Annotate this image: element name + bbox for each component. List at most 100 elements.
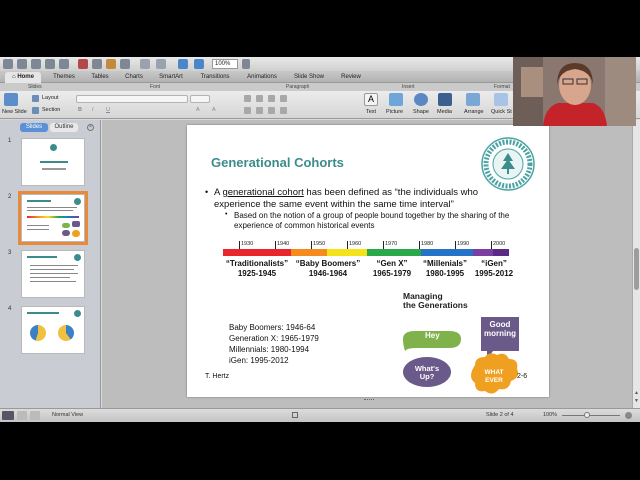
fit-icon[interactable]	[292, 412, 298, 418]
scroll-up-icon[interactable]: ▲	[634, 390, 639, 396]
quick-styles-icon[interactable]	[494, 93, 508, 106]
tab-animations[interactable]: Animations	[243, 72, 281, 83]
tab-themes[interactable]: Themes	[48, 72, 80, 83]
timeline-segment	[421, 249, 473, 256]
tab-home[interactable]: ⌂ Home	[5, 72, 41, 83]
numbering-icon[interactable]	[256, 95, 263, 102]
format-painter-icon[interactable]	[120, 59, 130, 69]
slide-thumbnail-1[interactable]	[21, 138, 85, 186]
bullets-icon[interactable]	[244, 95, 251, 102]
help-icon[interactable]	[242, 59, 250, 69]
thumb-number: 3	[8, 250, 12, 256]
media-button[interactable]: Media	[437, 109, 452, 115]
slide-canvas[interactable]: Generational Cohorts • A generational co…	[187, 125, 549, 397]
quick-styles-button[interactable]: Quick St	[491, 109, 512, 115]
zoom-slider-knob[interactable]	[584, 412, 590, 418]
align-right-icon[interactable]	[268, 107, 275, 114]
shape-button[interactable]: Shape	[413, 109, 429, 115]
bubble-whats-up: What's Up?	[414, 364, 440, 381]
bullet-marker: •	[225, 211, 228, 218]
new-slide-icon[interactable]	[4, 93, 18, 106]
indent-icon[interactable]	[268, 95, 275, 102]
font-size-up-button[interactable]: A	[196, 107, 200, 113]
italic-button[interactable]: I	[92, 107, 94, 113]
presenter-video	[513, 57, 636, 126]
notes-page-icon[interactable]	[30, 411, 40, 420]
footer-author: T. Hertz	[205, 373, 230, 380]
bullet-definition[interactable]: A generational cohort has been defined a…	[214, 187, 514, 211]
open-icon[interactable]	[31, 59, 41, 69]
slide-thumbnail-4[interactable]	[21, 306, 85, 354]
slides-pane: Slides Outline × 1 2 3 4	[0, 120, 101, 408]
media-icon[interactable]	[438, 93, 452, 106]
thumb-line	[27, 229, 49, 230]
align-center-icon[interactable]	[256, 107, 263, 114]
copy-icon[interactable]	[92, 59, 102, 69]
cut-icon[interactable]	[78, 59, 88, 69]
vertical-scrollbar[interactable]: ▲ ▼	[632, 120, 640, 408]
thumb-bubble	[62, 223, 70, 228]
toolbox-icon[interactable]	[194, 59, 204, 69]
arrange-button[interactable]: Arrange	[464, 109, 484, 115]
zoom-field[interactable]: 100%	[212, 59, 238, 69]
gallery-icon[interactable]	[178, 59, 188, 69]
tab-outline-pane[interactable]: Outline	[50, 123, 78, 132]
picture-icon[interactable]	[389, 93, 403, 106]
justify-icon[interactable]	[280, 107, 287, 114]
seal-icon	[74, 198, 81, 205]
thumb-line	[27, 312, 59, 314]
text-button[interactable]: Text	[366, 109, 376, 115]
slide-thumbnail-2[interactable]	[18, 191, 88, 245]
bold-button[interactable]: B	[78, 107, 82, 113]
tab-slide-show[interactable]: Slide Show	[290, 72, 328, 83]
underline-button[interactable]: U	[106, 107, 110, 113]
tab-tables[interactable]: Tables	[86, 72, 114, 83]
generation-years-list[interactable]: Baby Boomers: 1946-64 Generation X: 1965…	[229, 322, 319, 366]
timeline-bar	[223, 249, 509, 256]
thumb-line	[30, 269, 74, 270]
slide-title[interactable]: Generational Cohorts	[211, 155, 344, 170]
thumb-line	[30, 281, 76, 282]
thumb-line	[30, 277, 70, 278]
font-size-select[interactable]	[190, 95, 210, 103]
timeline-segment	[327, 249, 367, 256]
redo-icon[interactable]	[156, 59, 166, 69]
section-button[interactable]: Section	[42, 107, 60, 113]
font-name-select[interactable]	[76, 95, 188, 103]
print-icon[interactable]	[59, 59, 69, 69]
paste-icon[interactable]	[106, 59, 116, 69]
fit-window-icon[interactable]	[625, 412, 632, 419]
new-slide-button[interactable]: New Slide	[2, 109, 27, 115]
slide-sorter-icon[interactable]	[17, 411, 27, 420]
templates-icon[interactable]	[17, 59, 27, 69]
scroll-thumb[interactable]	[634, 248, 639, 290]
text-box-icon[interactable]: A	[364, 93, 378, 106]
picture-button[interactable]: Picture	[386, 109, 403, 115]
timeline-segment	[367, 249, 421, 256]
close-pane-icon[interactable]: ×	[87, 124, 94, 131]
align-left-icon[interactable]	[244, 107, 251, 114]
scroll-down-icon[interactable]: ▼	[634, 398, 639, 404]
outdent-icon[interactable]	[280, 95, 287, 102]
tab-review[interactable]: Review	[336, 72, 366, 83]
generation-baby-boomers: “Baby Boomers” 1946-1964	[295, 259, 361, 278]
arrange-icon[interactable]	[466, 93, 480, 106]
college-seal-logo	[481, 137, 535, 191]
layout-button[interactable]: Layout	[42, 95, 59, 101]
notes-resize-handle[interactable]	[364, 399, 374, 401]
tab-charts[interactable]: Charts	[120, 72, 148, 83]
tab-slides-pane[interactable]: Slides	[20, 123, 48, 132]
tab-transitions[interactable]: Transitions	[196, 72, 234, 83]
shape-icon[interactable]	[414, 93, 428, 106]
seal-icon	[74, 254, 81, 261]
save-icon[interactable]	[45, 59, 55, 69]
font-size-down-button[interactable]: A	[212, 107, 216, 113]
new-icon[interactable]	[3, 59, 13, 69]
tab-smartart[interactable]: SmartArt	[154, 72, 188, 83]
bullet-notion[interactable]: Based on the notion of a group of people…	[234, 211, 524, 231]
slide-thumbnail-3[interactable]	[21, 250, 85, 298]
zoom-slider[interactable]	[562, 415, 620, 416]
footer-page-number: 2-6	[517, 373, 528, 380]
undo-icon[interactable]	[140, 59, 150, 69]
normal-view-icon[interactable]	[2, 411, 14, 420]
